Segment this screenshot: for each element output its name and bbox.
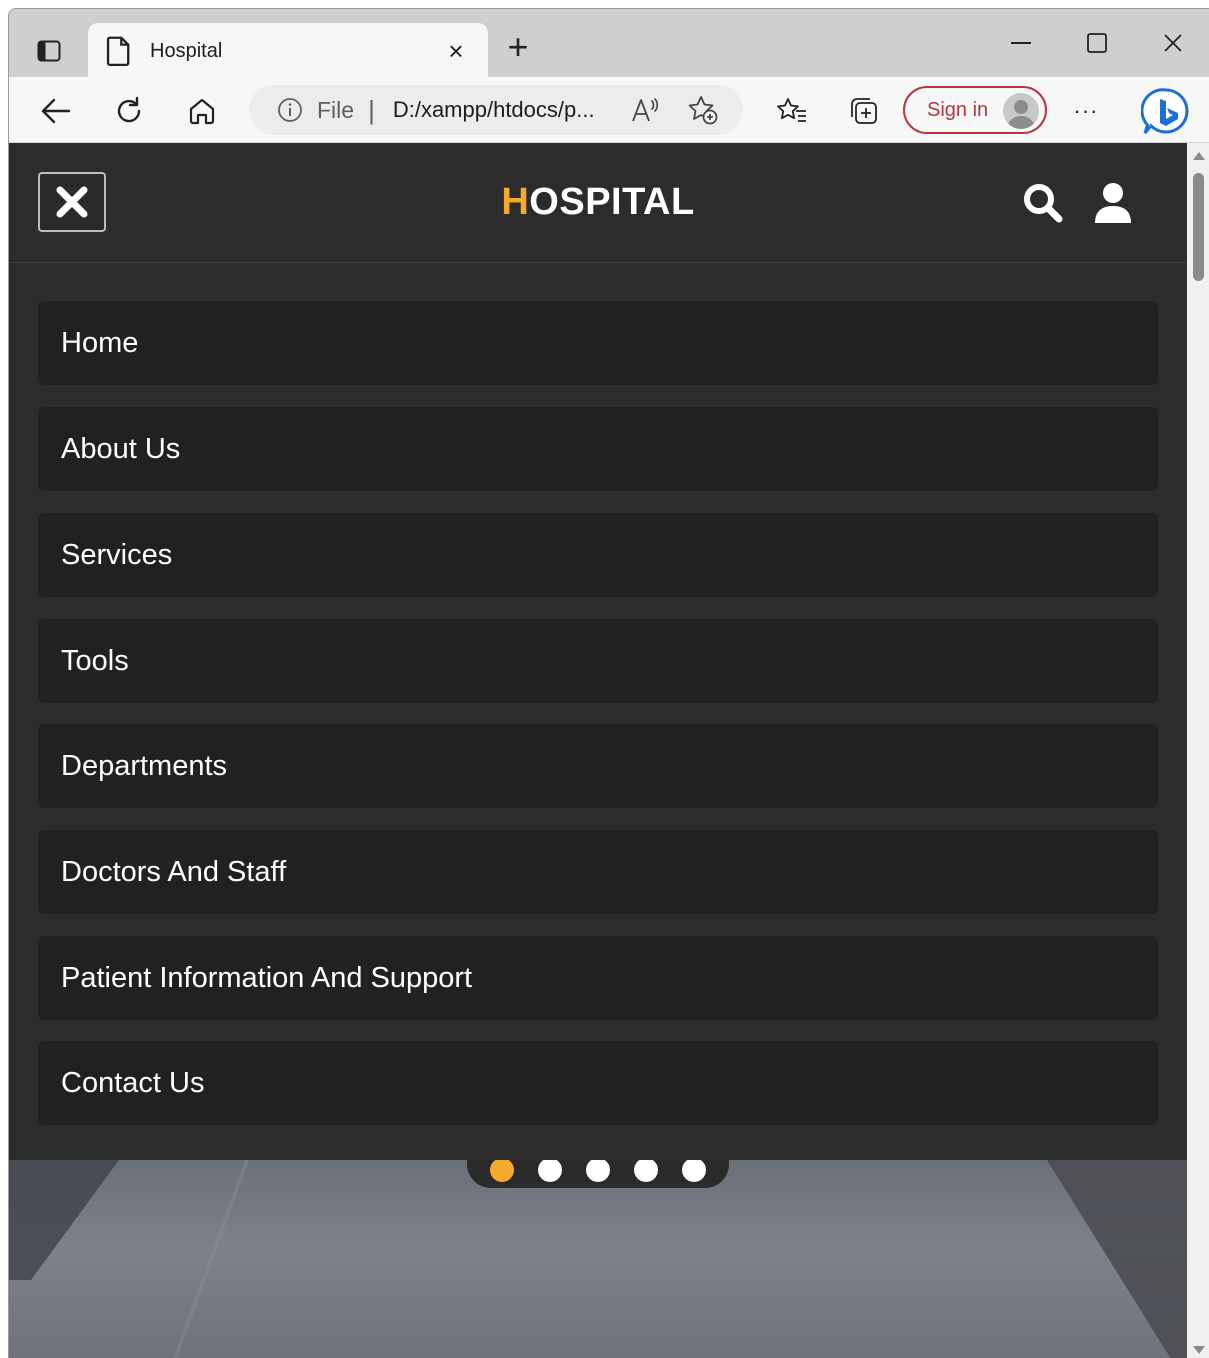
user-icon[interactable]: [1091, 181, 1135, 225]
carousel-dot[interactable]: [586, 1160, 610, 1182]
site-logo[interactable]: HOSPITAL: [9, 181, 1187, 224]
menu-item-label: About Us: [61, 432, 181, 465]
collections-icon[interactable]: [843, 90, 885, 132]
menu-item-label: Contact Us: [61, 1066, 205, 1099]
browser-window: Hospital × + File | D:/xampp/htdocs/p...: [8, 8, 1209, 1358]
carousel-indicators: [467, 1160, 729, 1188]
menu-item-contact-us[interactable]: Contact Us: [38, 1041, 1158, 1125]
minimize-icon[interactable]: [991, 25, 1051, 61]
tab-actions-icon[interactable]: [23, 27, 75, 75]
address-separator: |: [368, 94, 375, 125]
menu-item-home[interactable]: Home: [38, 301, 1158, 385]
menu-item-about-us[interactable]: About Us: [38, 407, 1158, 491]
menu-item-label: Home: [61, 326, 139, 359]
hero-floor-line: [172, 1160, 250, 1358]
sign-in-label: Sign in: [927, 98, 989, 121]
url-text[interactable]: D:/xampp/htdocs/p...: [393, 97, 615, 123]
more-options-icon[interactable]: ···: [1065, 90, 1107, 132]
bing-copilot-icon[interactable]: [1141, 87, 1191, 137]
maximize-icon[interactable]: [1067, 25, 1127, 61]
menu-item-label: Tools: [61, 644, 129, 677]
read-aloud-icon[interactable]: [631, 97, 661, 123]
logo-accent-letter: H: [501, 181, 530, 223]
hero-wall-right: [1047, 1160, 1187, 1358]
favorites-icon[interactable]: [771, 90, 813, 132]
new-tab-button[interactable]: +: [498, 29, 538, 69]
scroll-up-icon[interactable]: [1192, 151, 1206, 161]
back-icon[interactable]: [35, 90, 77, 132]
logo-text: OSPITAL: [529, 181, 695, 223]
page-viewport: HOSPITAL Home About Us Services Tools De…: [9, 143, 1187, 1358]
menu-item-label: Doctors And Staff: [61, 855, 287, 888]
hero-image: [9, 1160, 1187, 1358]
menu-item-tools[interactable]: Tools: [38, 619, 1158, 703]
file-label: File: [317, 96, 355, 123]
menu-item-doctors-and-staff[interactable]: Doctors And Staff: [38, 830, 1158, 914]
menu-item-label: Services: [61, 538, 173, 571]
page-icon: [106, 36, 130, 66]
scroll-down-icon[interactable]: [1192, 1345, 1206, 1355]
carousel-dot[interactable]: [490, 1160, 514, 1182]
carousel-dot[interactable]: [682, 1160, 706, 1182]
carousel-dot[interactable]: [538, 1160, 562, 1182]
vertical-scrollbar[interactable]: [1187, 143, 1209, 1358]
address-bar[interactable]: File | D:/xampp/htdocs/p...: [249, 85, 743, 135]
scroll-thumb[interactable]: [1193, 173, 1204, 281]
menu-item-label: Patient Information And Support: [61, 961, 473, 994]
close-window-icon[interactable]: [1143, 25, 1203, 61]
menu-item-patient-information[interactable]: Patient Information And Support: [38, 936, 1158, 1020]
site-header: HOSPITAL: [9, 143, 1187, 263]
nav-menu: Home About Us Services Tools Departments…: [9, 263, 1187, 1160]
tab-title: Hospital: [150, 39, 223, 62]
hero-wall-left: [9, 1160, 119, 1280]
menu-item-departments[interactable]: Departments: [38, 724, 1158, 808]
home-icon[interactable]: [181, 90, 223, 132]
tab-close-icon[interactable]: ×: [442, 38, 470, 64]
menu-item-label: Departments: [61, 749, 228, 782]
browser-toolbar: File | D:/xampp/htdocs/p... Sign in ···: [9, 77, 1209, 143]
tab-strip: Hospital × +: [9, 9, 1209, 79]
add-favorite-icon[interactable]: [687, 95, 719, 125]
carousel-dot[interactable]: [634, 1160, 658, 1182]
tab-hospital[interactable]: Hospital ×: [88, 23, 488, 79]
avatar-icon: [1003, 93, 1039, 129]
sign-in-button[interactable]: Sign in: [903, 86, 1047, 134]
refresh-icon[interactable]: [108, 90, 150, 132]
search-icon[interactable]: [1021, 181, 1065, 225]
menu-item-services[interactable]: Services: [38, 513, 1158, 597]
info-icon[interactable]: [277, 97, 303, 123]
